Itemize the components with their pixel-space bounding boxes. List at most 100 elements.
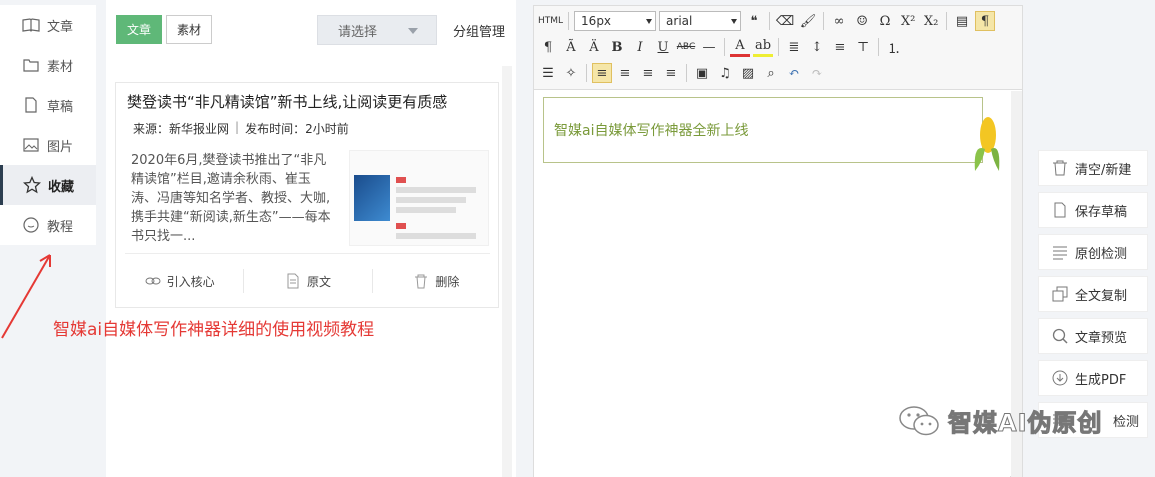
ltr-direction-icon[interactable]: ¶: [975, 11, 996, 31]
group-select[interactable]: 请选择: [317, 15, 437, 45]
cite-button[interactable]: 引入核心: [116, 269, 245, 293]
meta-separator: |: [235, 120, 240, 134]
article-meta: 来源：新华报业网 | 发布时间：2小时前: [133, 120, 349, 137]
tab-articles[interactable]: 文章: [116, 15, 162, 44]
nav-label: 草稿: [47, 99, 74, 115]
draft-icon: [25, 97, 37, 113]
font-size-select[interactable]: 16px: [574, 11, 657, 31]
music-icon[interactable]: ♫: [715, 63, 735, 83]
side-label: 全文复制: [1075, 288, 1128, 304]
indent-icon[interactable]: ≣: [784, 37, 804, 57]
cite-label: 引入核心: [166, 274, 215, 289]
unordered-list-icon[interactable]: ☰: [538, 63, 558, 83]
copy-icon: [1052, 286, 1068, 302]
document-icon: [287, 273, 299, 289]
card-actions: 引入核心 原文 删除: [116, 269, 500, 293]
nav-label: 图片: [47, 139, 74, 155]
card-divider: [125, 253, 490, 254]
generate-pdf-button[interactable]: 生成PDF: [1038, 360, 1148, 396]
nav-label: 教程: [47, 219, 74, 235]
article-time: 发布时间：2小时前: [245, 122, 349, 136]
image-icon: [23, 138, 39, 152]
align-center-icon[interactable]: ≡: [615, 63, 635, 83]
nav-item-tutorial[interactable]: 教程: [0, 205, 96, 245]
link-icon: [145, 277, 161, 285]
delete-button[interactable]: 删除: [373, 269, 500, 293]
banner-box: 智媒ai自媒体写作神器全新上线: [543, 97, 983, 163]
download-icon: [1052, 370, 1068, 386]
paste-text-icon[interactable]: ▤: [952, 11, 972, 31]
video-icon[interactable]: ▣: [692, 63, 712, 83]
undo-icon[interactable]: ↶: [784, 63, 804, 83]
nav-item-materials[interactable]: 素材: [0, 45, 96, 85]
subscript-button[interactable]: X₂: [921, 11, 941, 31]
article-title[interactable]: 樊登读书“非凡精读馆”新书上线,让阅读更有质感: [127, 91, 497, 112]
preview-button[interactable]: 文章预览: [1038, 318, 1148, 354]
copy-all-button[interactable]: 全文复制: [1038, 276, 1148, 312]
star-icon: [23, 176, 41, 194]
image-insert-icon[interactable]: ▨: [738, 63, 758, 83]
tab-materials[interactable]: 素材: [166, 15, 212, 44]
nav-item-articles[interactable]: 文章: [0, 5, 96, 45]
find-replace-icon[interactable]: ⌕: [761, 63, 781, 83]
align-right-icon[interactable]: ≡: [638, 63, 658, 83]
align-justify-icon[interactable]: ≡: [661, 63, 681, 83]
eraser-icon[interactable]: ⌫: [775, 11, 795, 31]
bold-button[interactable]: B: [607, 37, 627, 57]
italic-button[interactable]: I: [630, 37, 650, 57]
delete-label: 删除: [435, 274, 460, 289]
font-case-icon[interactable]: Ä: [584, 37, 604, 57]
document-icon: [1054, 202, 1066, 218]
font-family-select[interactable]: arial: [659, 11, 742, 31]
nav-item-images[interactable]: 图片: [0, 125, 96, 165]
line-height-icon[interactable]: ↕: [807, 37, 827, 57]
side-label: 保存草稿: [1075, 204, 1128, 220]
redo-icon[interactable]: ↷: [807, 63, 827, 83]
article-thumbnail: [349, 150, 489, 246]
clear-format-icon[interactable]: Ã: [561, 37, 581, 57]
ordered-list-icon[interactable]: ⒈: [884, 37, 904, 57]
side-label: 检测: [1113, 414, 1140, 430]
panel-scrollbar[interactable]: [502, 66, 512, 477]
horizontal-rule-icon[interactable]: —: [699, 37, 719, 57]
rtl-direction-icon[interactable]: ¶: [538, 37, 558, 57]
group-manage-link[interactable]: 分组管理: [453, 21, 505, 40]
trash-icon: [415, 274, 428, 289]
folder-icon: [23, 59, 39, 72]
paragraph-spacing-icon[interactable]: ≡: [830, 37, 850, 57]
special-char-button[interactable]: Ω: [875, 11, 895, 31]
group-select-value: 请选择: [338, 24, 378, 40]
article-card[interactable]: 樊登读书“非凡精读馆”新书上线,让阅读更有质感 来源：新华报业网 | 发布时间：…: [115, 82, 499, 308]
clear-new-button[interactable]: 清空/新建: [1038, 150, 1148, 186]
format-brush-icon[interactable]: 🖌: [798, 11, 818, 31]
emoji-icon[interactable]: ☺: [852, 11, 872, 31]
underline-button[interactable]: U: [653, 37, 673, 57]
search-icon: [1052, 328, 1068, 344]
nav-item-favorites[interactable]: 收藏: [0, 165, 96, 205]
left-nav: 文章 素材 草稿 图片 收藏 教程: [0, 5, 96, 245]
magic-format-icon[interactable]: ✧: [561, 63, 581, 83]
book-cover-image: [354, 175, 390, 221]
corn-icon: [974, 117, 1000, 171]
nav-label: 收藏: [48, 179, 75, 195]
font-color-button[interactable]: A: [730, 37, 750, 57]
strikethrough-button[interactable]: ABC: [676, 37, 696, 57]
watermark-text: 智媒AI伪原创: [948, 409, 1103, 438]
action-sidebar: 清空/新建 保存草稿 原创检测 全文复制 文章预览 生成PDF 检测: [1038, 150, 1148, 444]
nav-label: 文章: [47, 19, 74, 35]
superscript-button[interactable]: X²: [898, 11, 918, 31]
original-button[interactable]: 原文: [244, 269, 373, 293]
align-left-icon[interactable]: ≡: [592, 63, 612, 83]
highlight-color-icon[interactable]: ab: [753, 37, 773, 57]
annotation-text: 智媒ai自媒体写作神器详细的使用视频教程: [53, 320, 375, 340]
html-source-button[interactable]: HTML: [538, 11, 563, 31]
material-panel: 文章 素材 请选择 分组管理 樊登读书“非凡精读馆”新书上线,让阅读更有质感 来…: [106, 0, 516, 477]
nav-item-drafts[interactable]: 草稿: [0, 85, 96, 125]
paragraph-format-icon[interactable]: ⊤: [853, 37, 873, 57]
blockquote-button[interactable]: ❝: [744, 11, 764, 31]
originality-check-button[interactable]: 原创检测: [1038, 234, 1148, 270]
save-draft-button[interactable]: 保存草稿: [1038, 192, 1148, 228]
article-summary: 2020年6月,樊登读书推出了“非凡精读馆”栏目,邀请余秋雨、崔玉涛、冯唐等知名…: [131, 153, 331, 244]
link-icon[interactable]: ∞: [829, 11, 849, 31]
wechat-icon: [899, 405, 939, 435]
